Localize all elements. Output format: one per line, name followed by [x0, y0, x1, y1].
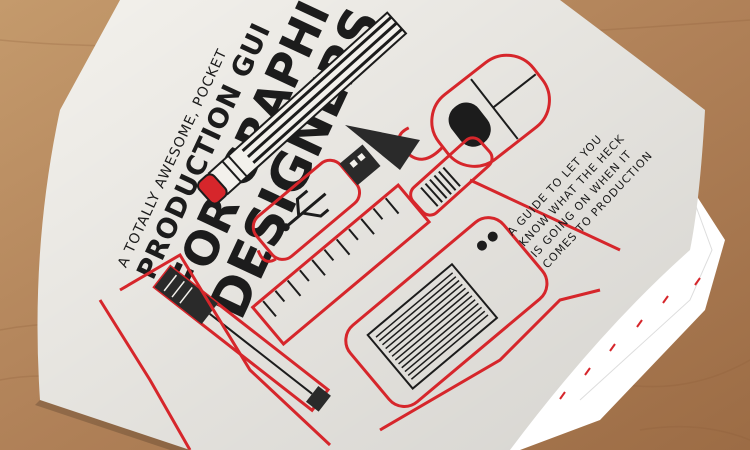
booklet-photo: A TOTALLY AWESOME, POCKET PRODUCTION GUI…: [0, 0, 750, 450]
